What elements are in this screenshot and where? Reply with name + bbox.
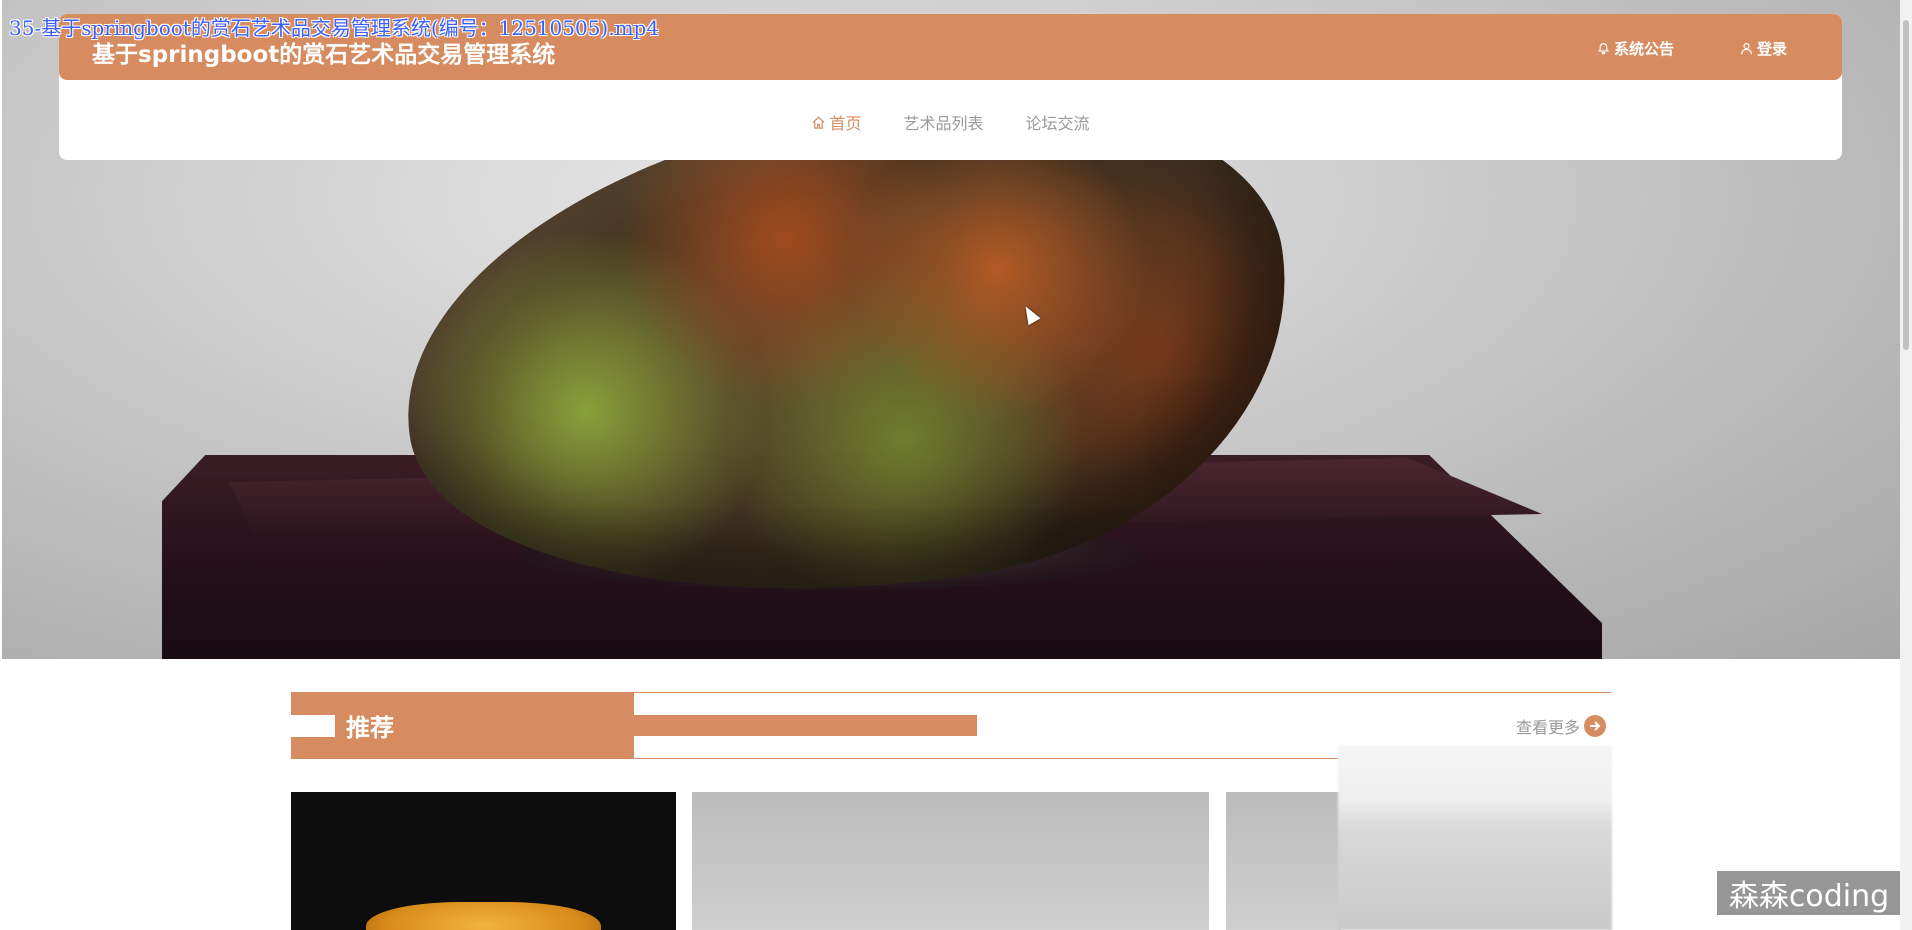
view-more-label: 查看更多 xyxy=(1516,718,1581,737)
recommend-card-2[interactable] xyxy=(692,792,1209,930)
user-icon xyxy=(1741,43,1752,55)
nav-item-forum-label: 论坛交流 xyxy=(1025,114,1090,133)
recommend-title-block: 推荐 xyxy=(291,693,634,758)
recommend-title-marker xyxy=(291,715,335,737)
nav-item-home[interactable]: 首页 xyxy=(811,110,861,134)
scrollbar[interactable] xyxy=(1900,0,1912,930)
view-more-link[interactable]: 查看更多 xyxy=(1516,714,1607,738)
login-label: 登录 xyxy=(1757,40,1788,58)
scrollbar-thumb[interactable] xyxy=(1903,20,1909,350)
main-nav: 首页 艺术品列表 论坛交流 xyxy=(59,110,1842,134)
system-notice-link[interactable]: 系统公告 xyxy=(1597,38,1674,59)
recommend-card-1[interactable] xyxy=(291,792,676,930)
arrow-right-circle-icon xyxy=(1584,715,1607,737)
watermark: 森森coding xyxy=(1717,871,1901,915)
bell-icon xyxy=(1597,43,1610,55)
amber-stone-image xyxy=(366,902,601,930)
recommend-decor-stripe xyxy=(634,715,977,736)
recommend-title: 推荐 xyxy=(346,714,394,742)
home-icon xyxy=(812,116,826,129)
nav-item-home-label: 首页 xyxy=(829,114,862,133)
system-notice-label: 系统公告 xyxy=(1614,40,1675,58)
login-link[interactable]: 登录 xyxy=(1740,38,1787,59)
nav-item-artworks[interactable]: 艺术品列表 xyxy=(903,110,983,134)
site-title: 基于springboot的赏石艺术品交易管理系统 xyxy=(92,42,556,68)
video-title-overlay: 35-基于springboot的赏石艺术品交易管理系统(编号：12510505)… xyxy=(9,16,660,40)
nav-item-forum[interactable]: 论坛交流 xyxy=(1026,110,1090,134)
recommend-card-3[interactable] xyxy=(1226,792,1341,930)
blurred-side-panel xyxy=(1338,745,1612,930)
nav-item-artworks-label: 艺术品列表 xyxy=(903,114,984,133)
